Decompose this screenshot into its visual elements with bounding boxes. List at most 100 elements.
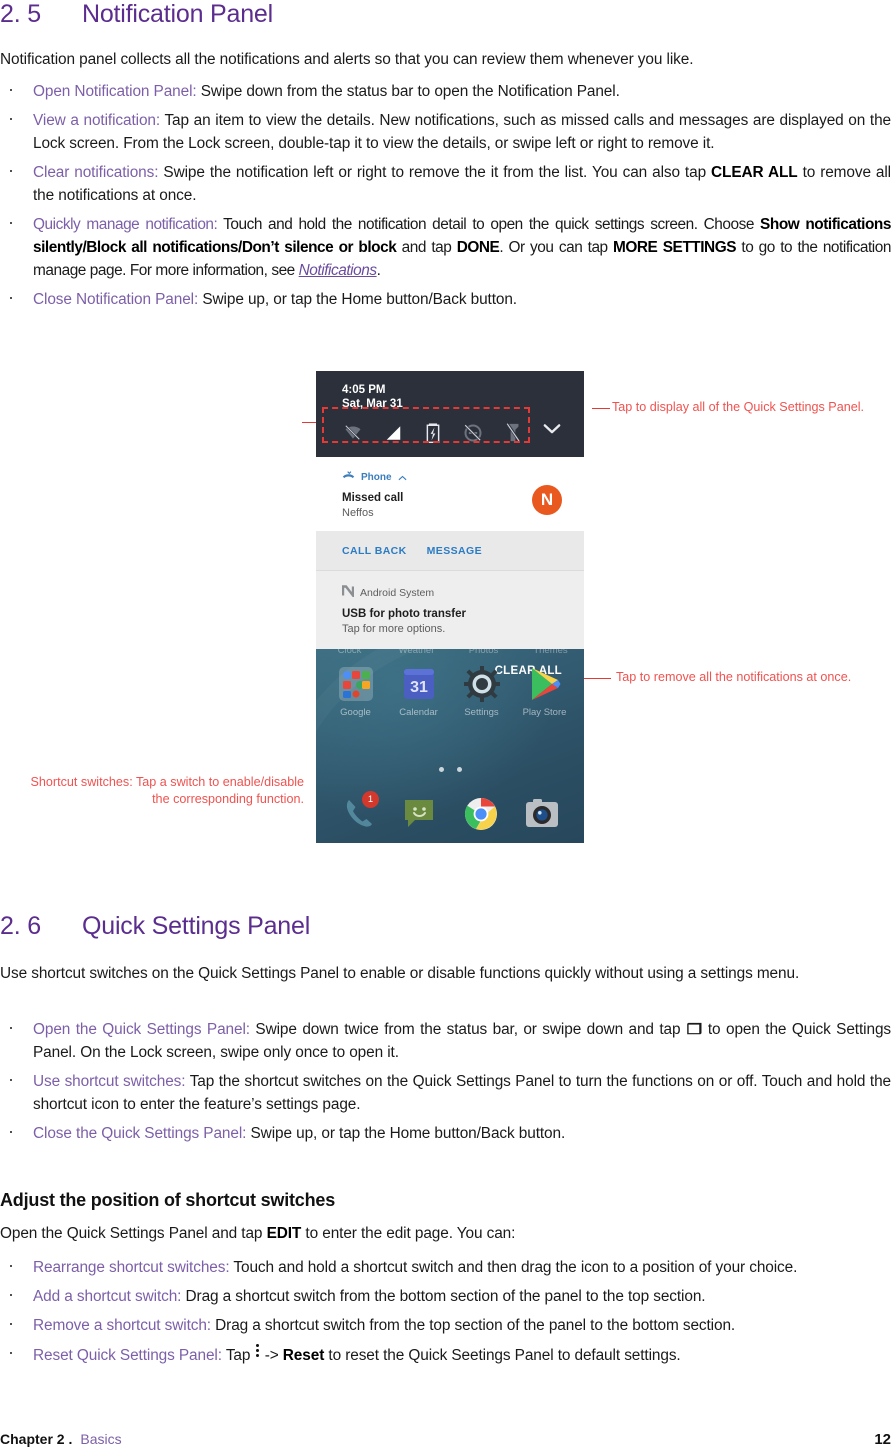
subsection-adjust-position: Adjust the position of shortcut switches bbox=[0, 1190, 891, 1211]
section-2-6: 2. 6 Quick Settings Panel bbox=[0, 912, 891, 941]
bullet-close-quick-settings-panel: Close the Quick Settings Panel: Swipe up… bbox=[0, 1120, 891, 1145]
dock-item-camera[interactable] bbox=[511, 795, 572, 833]
bullet-rearrange-shortcut-switches: Rearrange shortcut switches: Touch and h… bbox=[0, 1254, 891, 1279]
bullet-lead: Close Notification Panel: bbox=[33, 291, 199, 308]
status-time: 4:05 PM bbox=[342, 384, 386, 396]
app-label: Calendar bbox=[399, 707, 438, 718]
page-footer: Chapter 2 . Basics 12 bbox=[0, 1431, 891, 1448]
app-cell-play-store[interactable]: Play Store bbox=[513, 665, 576, 718]
bullet-lead: Reset Quick Settings Panel: bbox=[33, 1347, 222, 1364]
bullet-text: . bbox=[376, 262, 381, 279]
footer-page-number: 12 bbox=[874, 1431, 891, 1448]
notification-phone[interactable]: Phone Missed call Neffos N bbox=[316, 457, 584, 531]
bullet-text: . Or you can tap bbox=[499, 239, 613, 256]
section-2-6-sub-bullets: Rearrange shortcut switches: Touch and h… bbox=[0, 1254, 891, 1373]
app-cell: Weather bbox=[383, 649, 450, 656]
bullet-lead: Open the Quick Settings Panel: bbox=[33, 1021, 250, 1038]
bullet-text: Touch and hold a shortcut switch and the… bbox=[229, 1259, 798, 1276]
notification-android-system[interactable]: Android System USB for photo transfer Ta… bbox=[316, 571, 584, 649]
bullet-close-notification-panel: Close Notification Panel: Swipe up, or t… bbox=[0, 286, 891, 311]
subheading-adjust-position: Adjust the position of shortcut switches bbox=[0, 1190, 336, 1210]
notification-panel-figure: Shortcut switches: Tap a switch to enabl… bbox=[0, 360, 891, 860]
bullet-lead: Quickly manage notification: bbox=[33, 216, 218, 233]
app-label: Weather bbox=[398, 649, 435, 656]
highlight-shortcut-switches bbox=[322, 407, 530, 443]
avatar: N bbox=[532, 485, 562, 515]
camera-icon bbox=[523, 795, 561, 833]
bullet-lead: Remove a shortcut switch: bbox=[33, 1317, 211, 1334]
bullet-open-notification-panel: Open Notification Panel: Swipe down from… bbox=[0, 78, 891, 103]
notification-badge: 1 bbox=[362, 791, 379, 808]
section-2-6-title: Quick Settings Panel bbox=[82, 912, 311, 940]
app-cell-calendar[interactable]: 31 Calendar bbox=[387, 665, 450, 718]
bullet-add-a-shortcut-switch: Add a shortcut switch: Drag a shortcut s… bbox=[0, 1283, 891, 1308]
home-dock: 1 bbox=[316, 791, 584, 833]
bullet-lead: Add a shortcut switch: bbox=[33, 1288, 182, 1305]
notification-app-name: Android System bbox=[360, 587, 435, 599]
section-2-5-intro: Notification panel collects all the noti… bbox=[0, 51, 694, 68]
bold-more-settings: MORE SETTINGS bbox=[613, 239, 737, 256]
bold-reset: Reset bbox=[282, 1347, 325, 1364]
annotation-line-1: Shortcut switches: Tap a switch to enabl… bbox=[30, 775, 304, 789]
play-store-icon bbox=[526, 665, 564, 703]
bullet-use-shortcut-switches: Use shortcut switches: Tap the shortcut … bbox=[0, 1068, 891, 1116]
chevron-down-icon: ❒ bbox=[686, 1021, 702, 1037]
app-cell: Clock bbox=[316, 649, 383, 656]
annotation-shortcut-switches: Shortcut switches: Tap a switch to enabl… bbox=[18, 774, 304, 808]
section-2-5-intro-wrap: Notification panel collects all the noti… bbox=[0, 48, 891, 71]
bullet-text: Swipe up, or tap the Home button/Back bu… bbox=[246, 1125, 566, 1142]
dock-item-phone[interactable]: 1 bbox=[328, 791, 389, 833]
dock-item-messaging[interactable] bbox=[389, 795, 450, 833]
home-app-row: Google 31 Calendar Settings Play Store bbox=[316, 665, 584, 718]
bullet-open-quick-settings-panel: Open the Quick Settings Panel: Swipe dow… bbox=[0, 1016, 891, 1064]
subsection-intro: Open the Quick Settings Panel and tap ED… bbox=[0, 1222, 891, 1245]
bold-clear-all: CLEAR ALL bbox=[711, 164, 798, 181]
svg-text:31: 31 bbox=[410, 679, 428, 696]
kebab-menu-icon bbox=[255, 1342, 261, 1359]
bullet-text: Swipe up, or tap the Home button/Back bu… bbox=[198, 291, 517, 308]
settings-gear-icon bbox=[463, 665, 501, 703]
app-cell-settings[interactable]: Settings bbox=[450, 665, 513, 718]
app-label: Settings bbox=[464, 707, 499, 718]
notification-subtitle: Neffos bbox=[342, 507, 374, 519]
bullet-lead: Use shortcut switches: bbox=[33, 1073, 186, 1090]
app-cell: Themes bbox=[517, 649, 584, 656]
section-2-5: 2. 5 Notification Panel bbox=[0, 0, 891, 29]
bullet-lead: Open Notification Panel: bbox=[33, 83, 197, 100]
bullet-text: Tap bbox=[221, 1347, 255, 1364]
app-label: Photos bbox=[468, 649, 499, 656]
footer-chapter: Chapter 2 . bbox=[0, 1431, 73, 1447]
call-back-button[interactable]: CALL BACK bbox=[342, 545, 407, 557]
app-label: Google bbox=[340, 707, 371, 718]
link-notifications[interactable]: Notifications bbox=[299, 262, 377, 279]
section-2-6-heading: 2. 6 Quick Settings Panel bbox=[0, 912, 891, 941]
bullet-text: and tap bbox=[396, 239, 457, 256]
bold-done: DONE bbox=[456, 239, 500, 256]
page-dot[interactable] bbox=[456, 767, 462, 772]
chevron-down-icon[interactable] bbox=[542, 419, 562, 439]
notification-actions: CALL BACK MESSAGE bbox=[316, 531, 584, 571]
subsection-intro-a: Open the Quick Settings Panel and tap bbox=[0, 1225, 267, 1242]
bullet-quickly-manage-notification: Quickly manage notification: Touch and h… bbox=[0, 211, 891, 282]
google-folder-icon bbox=[337, 665, 375, 703]
app-label: Themes bbox=[533, 649, 568, 656]
subsection-intro-b: to enter the edit page. You can: bbox=[301, 1225, 516, 1242]
dock-item-chrome[interactable] bbox=[450, 795, 511, 833]
document-page: 2. 5 Notification Panel Notification pan… bbox=[0, 0, 891, 1456]
message-button[interactable]: MESSAGE bbox=[427, 545, 482, 557]
bold-edit: EDIT bbox=[266, 1225, 302, 1242]
app-label: Play Store bbox=[522, 707, 567, 718]
chevron-up-icon[interactable] bbox=[398, 468, 407, 486]
bullet-text: Swipe the notification left or right to … bbox=[158, 164, 712, 181]
app-cell-google[interactable]: Google bbox=[324, 665, 387, 718]
annotation-leader-expand bbox=[592, 408, 610, 410]
messaging-icon bbox=[401, 795, 439, 833]
page-dot[interactable] bbox=[438, 767, 444, 772]
section-2-5-number: 2. 5 bbox=[0, 0, 41, 28]
annotation-line-2: the corresponding function. bbox=[152, 792, 304, 806]
bullet-text: to reset the Quick Seetings Panel to def… bbox=[324, 1347, 681, 1364]
section-2-6-intro-wrap: Use shortcut switches on the Quick Setti… bbox=[0, 962, 891, 985]
calendar-icon: 31 bbox=[400, 665, 438, 703]
bold-dont-silence-or-block: Don’t silence or block bbox=[241, 239, 397, 256]
section-2-5-heading: 2. 5 Notification Panel bbox=[0, 0, 891, 29]
